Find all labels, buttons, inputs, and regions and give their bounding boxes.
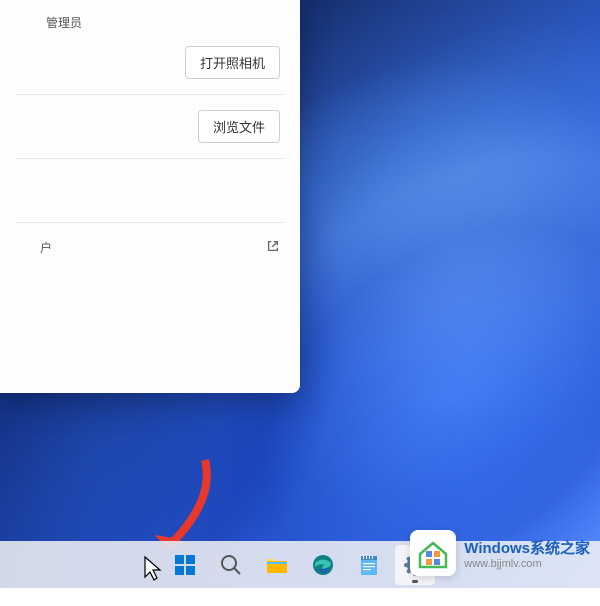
external-link-icon: [266, 239, 280, 256]
notepad-icon: [357, 553, 381, 577]
brand-url: www.bjjmlv.com: [464, 558, 590, 570]
account-label: 户: [40, 239, 52, 256]
edge-icon: [311, 553, 335, 577]
search-button[interactable]: [211, 545, 251, 585]
windows-icon: [173, 553, 197, 577]
edge-button[interactable]: [303, 545, 343, 585]
account-row[interactable]: 户: [16, 223, 284, 271]
admin-label: 管理员: [46, 14, 284, 31]
search-icon: [219, 553, 243, 577]
brand-logo-icon: [410, 530, 456, 576]
camera-setting-row: 打开照相机: [16, 31, 284, 95]
notepad-button[interactable]: [349, 545, 389, 585]
open-camera-button[interactable]: 打开照相机: [185, 46, 280, 79]
file-explorer-button[interactable]: [257, 545, 297, 585]
bottom-whitespace: [0, 588, 600, 606]
brand-watermark: Windows系统之家 www.bjjmlv.com: [410, 530, 590, 576]
browse-files-button[interactable]: 浏览文件: [198, 110, 280, 143]
spacer-row: [16, 159, 284, 223]
folder-icon: [265, 553, 289, 577]
brand-title: Windows系统之家: [464, 537, 590, 558]
settings-window: 管理员 打开照相机 浏览文件 户: [0, 0, 300, 393]
start-button[interactable]: [165, 545, 205, 585]
browse-setting-row: 浏览文件: [16, 95, 284, 159]
